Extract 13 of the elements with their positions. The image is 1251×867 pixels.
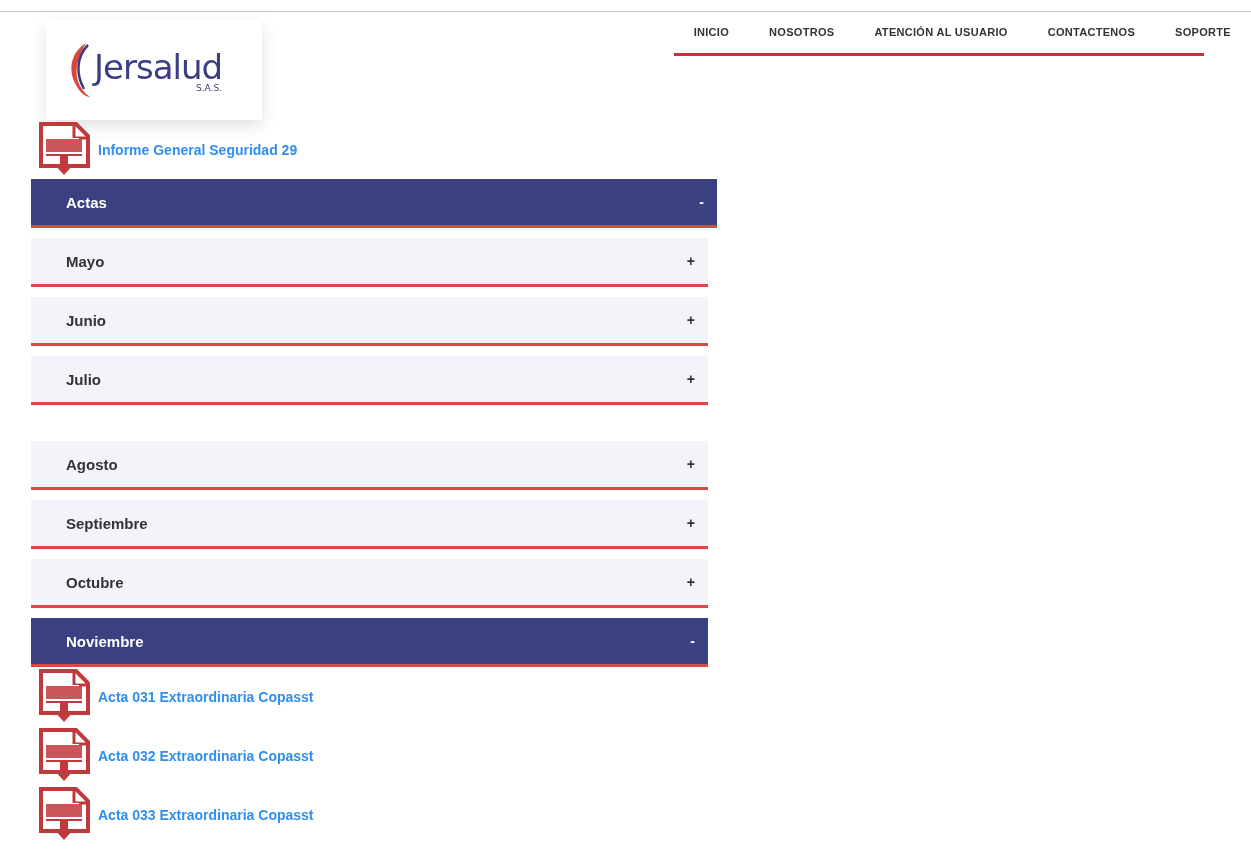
nav-link[interactable]: INICIO: [673, 12, 750, 53]
nav-link[interactable]: CONTACTENOS: [1027, 12, 1156, 53]
accordion-header[interactable]: Mayo +: [31, 238, 708, 287]
accordion-header[interactable]: Septiembre +: [31, 500, 708, 549]
accordion-header[interactable]: Julio +: [31, 356, 708, 405]
accordion-header[interactable]: Actas -: [31, 179, 717, 228]
accordion-header[interactable]: Octubre +: [31, 559, 708, 608]
accordion-header[interactable]: Agosto +: [31, 441, 708, 490]
nav-link[interactable]: SOPORTE: [1155, 12, 1251, 53]
accordion-header[interactable]: Noviembre -: [31, 618, 708, 667]
nav-link[interactable]: ATENCIÓN AL USUARIO: [854, 12, 1028, 53]
accordion-header[interactable]: Junio +: [31, 297, 708, 346]
nav-link[interactable]: NOSOTROS: [749, 12, 855, 53]
